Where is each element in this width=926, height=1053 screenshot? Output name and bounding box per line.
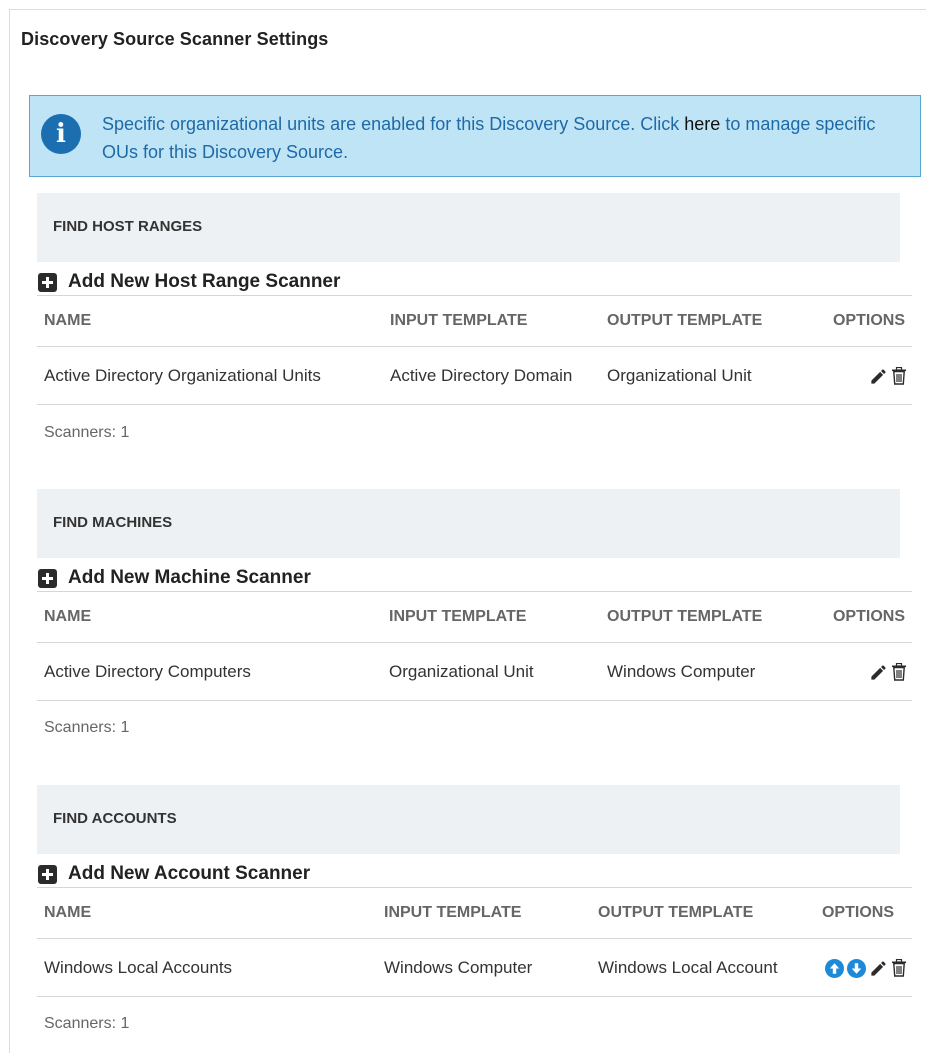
arrow-down-circle-icon[interactable] xyxy=(847,958,866,978)
column-header-input-template: INPUT TEMPLATE xyxy=(382,591,600,643)
table-row: Active Directory Computers Organizationa… xyxy=(37,642,912,701)
plus-square-icon xyxy=(38,272,57,292)
column-header-input-template: INPUT TEMPLATE xyxy=(383,295,600,347)
table-row: Windows Local Accounts Windows Computer … xyxy=(37,938,912,997)
column-header-options: OPTIONS xyxy=(811,591,912,643)
section-title: FIND ACCOUNTS xyxy=(53,810,177,827)
column-header-name: NAME xyxy=(37,887,377,939)
trash-icon[interactable] xyxy=(891,958,907,977)
add-host-range-scanner-button[interactable]: Add New Host Range Scanner xyxy=(38,270,340,294)
info-icon: i xyxy=(41,114,81,154)
column-header-output-template: OUTPUT TEMPLATE xyxy=(591,887,805,939)
trash-icon[interactable] xyxy=(891,662,907,681)
add-machine-scanner-button[interactable]: Add New Machine Scanner xyxy=(38,566,311,590)
scanner-options xyxy=(811,642,912,701)
scanner-count: Scanners: 1 xyxy=(44,1015,130,1032)
table-header-row: NAME INPUT TEMPLATE OUTPUT TEMPLATE OPTI… xyxy=(37,887,912,939)
table-header-row: NAME INPUT TEMPLATE OUTPUT TEMPLATE OPTI… xyxy=(37,591,912,643)
scanner-input-template: Organizational Unit xyxy=(382,642,600,701)
section-header-machines: FIND MACHINES xyxy=(37,489,900,558)
scanner-name: Active Directory Computers xyxy=(37,642,382,701)
info-banner: i Specific organizational units are enab… xyxy=(29,95,921,177)
info-banner-text: Specific organizational units are enable… xyxy=(102,110,892,166)
column-header-output-template: OUTPUT TEMPLATE xyxy=(600,295,811,347)
column-header-input-template: INPUT TEMPLATE xyxy=(377,887,591,939)
arrow-up-circle-icon[interactable] xyxy=(825,958,844,978)
table-header-row: NAME INPUT TEMPLATE OUTPUT TEMPLATE OPTI… xyxy=(37,295,912,347)
section-header-accounts: FIND ACCOUNTS xyxy=(37,785,900,854)
add-scanner-label: Add New Machine Scanner xyxy=(68,567,311,588)
section-header-host-ranges: FIND HOST RANGES xyxy=(37,193,900,262)
pencil-icon[interactable] xyxy=(869,367,888,386)
machine-scanners-table: NAME INPUT TEMPLATE OUTPUT TEMPLATE OPTI… xyxy=(37,591,912,701)
scanner-options xyxy=(811,346,912,405)
plus-square-icon xyxy=(38,568,57,588)
add-scanner-label: Add New Host Range Scanner xyxy=(68,271,341,292)
column-header-options: OPTIONS xyxy=(811,295,912,347)
scanner-output-template: Organizational Unit xyxy=(600,346,811,405)
page-title: Discovery Source Scanner Settings xyxy=(21,29,329,49)
column-header-output-template: OUTPUT TEMPLATE xyxy=(600,591,811,643)
pencil-icon[interactable] xyxy=(869,663,888,682)
info-text-before: Specific organizational units are enable… xyxy=(102,114,685,134)
scanner-count: Scanners: 1 xyxy=(44,424,130,441)
account-scanners-table: NAME INPUT TEMPLATE OUTPUT TEMPLATE OPTI… xyxy=(37,887,912,997)
manage-ous-link[interactable]: here xyxy=(684,114,720,134)
scanner-options xyxy=(805,938,912,997)
add-scanner-label: Add New Account Scanner xyxy=(68,863,311,884)
section-title: FIND HOST RANGES xyxy=(53,218,203,235)
scanner-input-template: Windows Computer xyxy=(377,938,591,997)
pencil-icon[interactable] xyxy=(869,959,888,978)
scanner-input-template: Active Directory Domain xyxy=(383,346,600,405)
trash-icon[interactable] xyxy=(891,366,907,385)
column-header-options: OPTIONS xyxy=(805,887,912,939)
scanner-output-template: Windows Local Account xyxy=(591,938,805,997)
scanner-name: Active Directory Organizational Units xyxy=(37,346,383,405)
add-account-scanner-button[interactable]: Add New Account Scanner xyxy=(38,862,310,886)
plus-square-icon xyxy=(38,864,57,884)
section-title: FIND MACHINES xyxy=(53,514,173,531)
table-row: Active Directory Organizational Units Ac… xyxy=(37,346,912,405)
host-range-scanners-table: NAME INPUT TEMPLATE OUTPUT TEMPLATE OPTI… xyxy=(37,295,912,405)
column-header-name: NAME xyxy=(37,295,383,347)
scanner-output-template: Windows Computer xyxy=(600,642,811,701)
column-header-name: NAME xyxy=(37,591,382,643)
scanner-name: Windows Local Accounts xyxy=(37,938,377,997)
scanner-count: Scanners: 1 xyxy=(44,719,130,736)
